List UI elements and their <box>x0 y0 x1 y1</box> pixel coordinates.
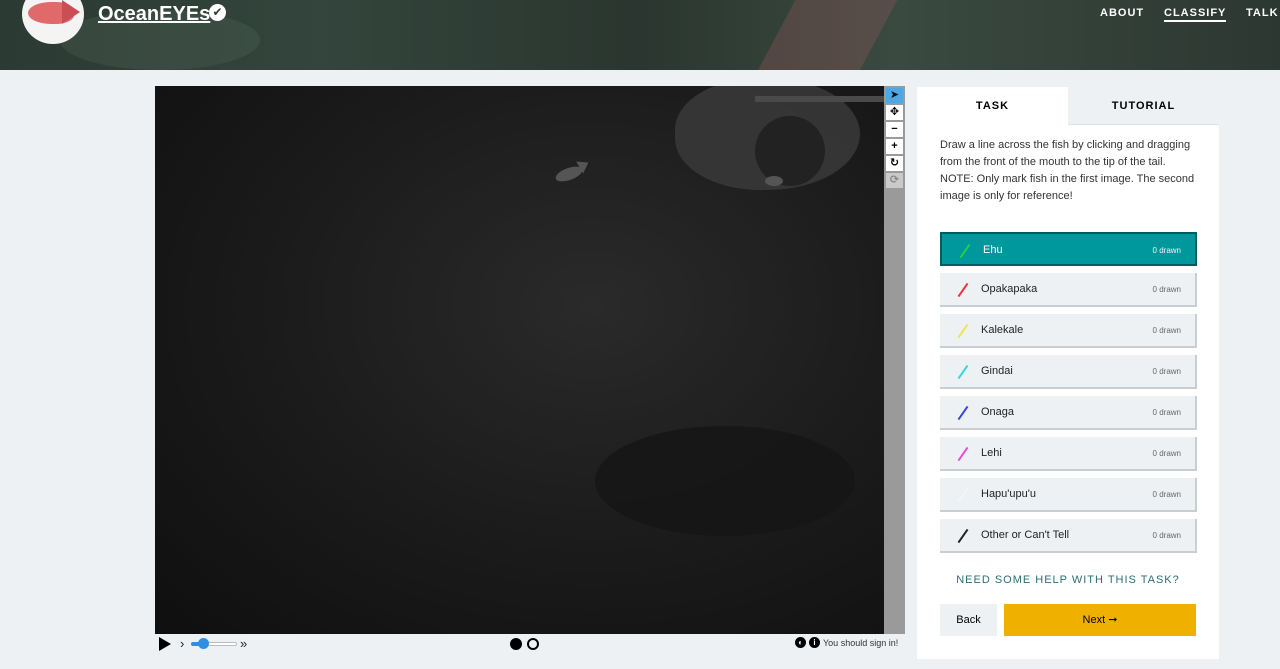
nav-about[interactable]: ABOUT <box>1100 7 1144 19</box>
task-tabs: TASK TUTORIAL <box>917 87 1219 125</box>
species-choice[interactable]: Ehu 0 drawn <box>940 232 1197 266</box>
drawn-count: 0 drawn <box>1152 531 1181 540</box>
task-help-link[interactable]: NEED SOME HELP WITH THIS TASK? <box>917 574 1219 586</box>
viewer-toolbar: ➤ ✥ − + ↻ ⟳ <box>884 86 905 634</box>
line-tool-icon <box>957 405 969 421</box>
back-button[interactable]: Back <box>940 604 997 636</box>
species-choice-label: Opakapaka <box>981 283 1038 295</box>
project-title[interactable]: OceanEYEs <box>98 3 210 26</box>
drawn-count: 0 drawn <box>1152 367 1181 376</box>
drawn-count: 0 drawn <box>1152 285 1181 294</box>
species-choice-label: Hapu'upu'u <box>981 488 1036 500</box>
species-choice-label: Other or Can't Tell <box>981 529 1070 541</box>
fish-fin-icon <box>62 0 80 24</box>
tab-task[interactable]: TASK <box>917 87 1068 125</box>
species-choice[interactable]: Opakapaka 0 drawn <box>940 273 1197 307</box>
line-tool-icon <box>957 282 969 298</box>
camera-bar-shape <box>755 96 884 102</box>
drawn-count: 0 drawn <box>1152 408 1181 417</box>
verified-check-icon: ✔ <box>209 4 226 21</box>
header-background-texture <box>752 0 898 70</box>
line-tool-icon <box>957 528 969 544</box>
speed-slider-handle[interactable] <box>197 638 209 649</box>
nav-classify[interactable]: CLASSIFY <box>1164 7 1227 22</box>
species-choice-label: Kalekale <box>981 324 1024 336</box>
next-button[interactable]: Next ➞ <box>1004 604 1196 636</box>
frame-dot-2[interactable] <box>527 638 539 650</box>
frame-dot-1[interactable] <box>510 638 522 650</box>
species-choice[interactable]: Kalekale 0 drawn <box>940 314 1197 348</box>
camera-housing-shape <box>765 176 783 186</box>
species-choice-label: Ehu <box>983 244 1003 256</box>
task-panel: TASK TUTORIAL Draw a line across the fis… <box>917 87 1219 659</box>
fast-speed-icon[interactable]: » <box>240 636 247 651</box>
species-choice-label: Gindai <box>981 365 1013 377</box>
contrast-icon[interactable]: ◐ <box>795 637 806 648</box>
task-instructions: Draw a line across the fish by clicking … <box>940 137 1202 205</box>
zoom-in-icon[interactable]: + <box>886 139 903 154</box>
nav-talk[interactable]: TALK <box>1246 7 1279 19</box>
camera-housing-shape <box>755 116 825 186</box>
slow-speed-icon[interactable]: › <box>180 636 184 651</box>
subject-image-viewer[interactable] <box>155 86 884 634</box>
pointer-icon[interactable]: ➤ <box>886 88 903 103</box>
zoom-out-icon[interactable]: − <box>886 122 903 137</box>
line-tool-icon <box>957 487 969 503</box>
drawn-count: 0 drawn <box>1152 326 1181 335</box>
rotate-icon[interactable]: ↻ <box>886 156 903 171</box>
line-tool-icon <box>957 446 969 462</box>
drawn-count: 0 drawn <box>1152 246 1181 255</box>
line-tool-icon <box>957 364 969 380</box>
line-tool-icon <box>957 323 969 339</box>
instruction-note: NOTE: Only mark fish in the first image.… <box>940 173 1195 202</box>
instruction-text: Draw a line across the fish by clicking … <box>940 139 1191 168</box>
site-header: OceanEYEs ✔ ABOUT CLASSIFY TALK <box>0 0 1280 70</box>
sign-in-prompt[interactable]: You should sign in! <box>823 638 898 648</box>
shadow-shape <box>595 426 855 536</box>
species-choice[interactable]: Onaga 0 drawn <box>940 396 1197 430</box>
info-icon[interactable]: i <box>809 637 820 648</box>
move-icon[interactable]: ✥ <box>886 105 903 120</box>
play-icon[interactable] <box>159 637 171 651</box>
species-choice[interactable]: Gindai 0 drawn <box>940 355 1197 389</box>
species-choice[interactable]: Hapu'upu'u 0 drawn <box>940 478 1197 512</box>
species-choice-label: Onaga <box>981 406 1015 418</box>
species-choice[interactable]: Other or Can't Tell 0 drawn <box>940 519 1197 553</box>
line-tool-icon <box>959 243 971 259</box>
reset-icon[interactable]: ⟳ <box>886 173 903 188</box>
species-choice[interactable]: Lehi 0 drawn <box>940 437 1197 471</box>
drawn-count: 0 drawn <box>1152 490 1181 499</box>
drawn-count: 0 drawn <box>1152 449 1181 458</box>
tab-tutorial[interactable]: TUTORIAL <box>1068 87 1219 125</box>
species-choice-label: Lehi <box>981 447 1002 459</box>
